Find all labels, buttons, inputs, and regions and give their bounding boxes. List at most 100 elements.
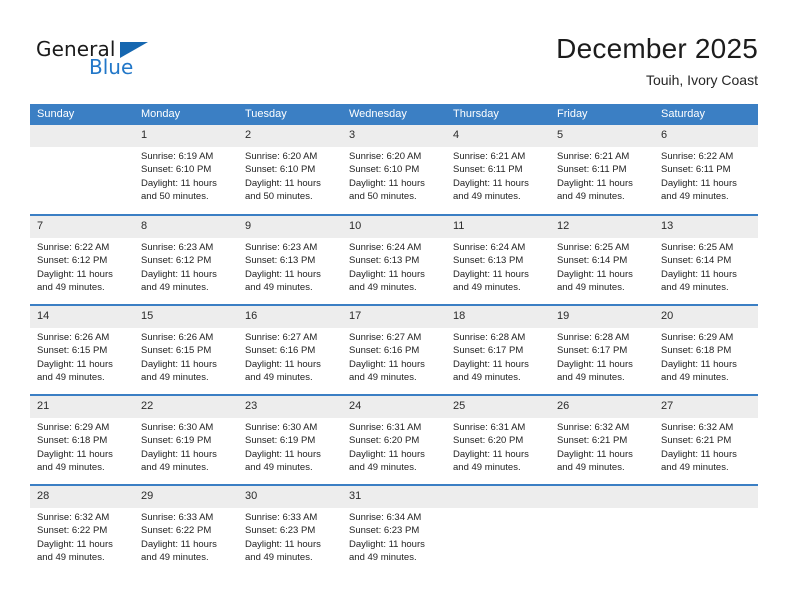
sunset-time: Sunset: 6:15 PM — [37, 345, 108, 357]
calendar-day-cell[interactable]: 15 Sunrise: 6:26 AM Sunset: 6:15 PM Dayligh… — [134, 304, 238, 395]
day-number: 22 — [134, 396, 238, 418]
daylight-duration-line1: Daylight: 11 hours — [141, 358, 217, 370]
day-sun-info: Sunrise: 6:23 AM Sunset: 6:13 PM Daylight:… — [238, 238, 342, 295]
calendar-day-cell[interactable]: 23 Sunrise: 6:30 AM Sunset: 6:19 PM Dayligh… — [238, 394, 342, 485]
calendar-day-cell[interactable]: 5 Sunrise: 6:21 AM Sunset: 6:11 PM Daylight… — [550, 125, 654, 215]
daylight-duration-line2: and 49 minutes. — [557, 372, 625, 384]
calendar-day-cell[interactable]: 13 Sunrise: 6:25 AM Sunset: 6:14 PM Dayligh… — [654, 214, 758, 305]
calendar-day-cell[interactable]: 14 Sunrise: 6:26 AM Sunset: 6:15 PM Dayligh… — [30, 304, 134, 395]
daylight-duration-line1: Daylight: 11 hours — [245, 358, 321, 370]
calendar-day-cell[interactable]: 17 Sunrise: 6:27 AM Sunset: 6:16 PM Dayligh… — [342, 304, 446, 395]
calendar-week-row: 14 Sunrise: 6:26 AM Sunset: 6:15 PM Dayligh… — [30, 304, 758, 395]
sunset-time: Sunset: 6:20 PM — [349, 435, 420, 447]
sunrise-time: Sunrise: 6:23 AM — [245, 242, 318, 253]
daylight-duration-line1: Daylight: 11 hours — [661, 177, 737, 189]
daylight-duration-line2: and 49 minutes. — [141, 372, 209, 384]
day-number: 6 — [654, 125, 758, 147]
calendar-day-cell[interactable]: 18 Sunrise: 6:28 AM Sunset: 6:17 PM Dayligh… — [446, 304, 550, 395]
day-number: 8 — [134, 216, 238, 238]
day-sun-info: Sunrise: 6:22 AM Sunset: 6:12 PM Daylight:… — [30, 238, 134, 295]
calendar-day-cell[interactable]: 3 Sunrise: 6:20 AM Sunset: 6:10 PM Daylight… — [342, 125, 446, 215]
sunset-time: Sunset: 6:21 PM — [557, 435, 628, 447]
weekday-header-friday: Friday — [550, 104, 654, 125]
calendar-day-cell[interactable]: 30 Sunrise: 6:33 AM Sunset: 6:23 PM Dayligh… — [238, 484, 342, 575]
calendar-day-cell[interactable]: 19 Sunrise: 6:28 AM Sunset: 6:17 PM Dayligh… — [550, 304, 654, 395]
day-number: 31 — [342, 486, 446, 508]
sunrise-time: Sunrise: 6:27 AM — [245, 332, 318, 343]
sunset-time: Sunset: 6:16 PM — [245, 345, 316, 357]
calendar-day-cell[interactable]: 10 Sunrise: 6:24 AM Sunset: 6:13 PM Dayligh… — [342, 214, 446, 305]
sunrise-time: Sunrise: 6:26 AM — [141, 332, 214, 343]
sunset-time: Sunset: 6:16 PM — [349, 345, 420, 357]
calendar-day-cell[interactable]: 11 Sunrise: 6:24 AM Sunset: 6:13 PM Dayligh… — [446, 214, 550, 305]
sunrise-time: Sunrise: 6:28 AM — [557, 332, 630, 343]
sunrise-time: Sunrise: 6:26 AM — [37, 332, 110, 343]
weekday-header-thursday: Thursday — [446, 104, 550, 125]
daylight-duration-line1: Daylight: 11 hours — [661, 268, 737, 280]
day-sun-info: Sunrise: 6:20 AM Sunset: 6:10 PM Daylight:… — [342, 147, 446, 204]
day-sun-info: Sunrise: 6:20 AM Sunset: 6:10 PM Daylight:… — [238, 147, 342, 204]
daylight-duration-line1: Daylight: 11 hours — [349, 448, 425, 460]
daylight-duration-line1: Daylight: 11 hours — [453, 448, 529, 460]
day-number: 9 — [238, 216, 342, 238]
sunrise-time: Sunrise: 6:22 AM — [661, 151, 734, 162]
sunset-time: Sunset: 6:19 PM — [141, 435, 212, 447]
daylight-duration-line1: Daylight: 11 hours — [349, 268, 425, 280]
sunset-time: Sunset: 6:11 PM — [661, 164, 731, 176]
day-number — [654, 486, 758, 508]
calendar-day-cell[interactable]: 12 Sunrise: 6:25 AM Sunset: 6:14 PM Dayligh… — [550, 214, 654, 305]
page-header: General Blue December 2025 Touih, Ivory … — [0, 0, 792, 100]
calendar-day-cell[interactable]: 27 Sunrise: 6:32 AM Sunset: 6:21 PM Dayligh… — [654, 394, 758, 485]
calendar-day-cell[interactable]: 7 Sunrise: 6:22 AM Sunset: 6:12 PM Daylight… — [30, 214, 134, 305]
calendar-day-cell[interactable]: 28 Sunrise: 6:32 AM Sunset: 6:22 PM Dayligh… — [30, 484, 134, 575]
daylight-duration-line2: and 49 minutes. — [245, 282, 313, 294]
calendar-day-cell[interactable]: 16 Sunrise: 6:27 AM Sunset: 6:16 PM Dayligh… — [238, 304, 342, 395]
daylight-duration-line2: and 49 minutes. — [453, 372, 521, 384]
calendar-day-cell[interactable]: 26 Sunrise: 6:32 AM Sunset: 6:21 PM Dayligh… — [550, 394, 654, 485]
daylight-duration-line1: Daylight: 11 hours — [349, 538, 425, 550]
calendar-day-cell[interactable]: 31 Sunrise: 6:34 AM Sunset: 6:23 PM Dayligh… — [342, 484, 446, 575]
calendar-day-cell[interactable]: 2 Sunrise: 6:20 AM Sunset: 6:10 PM Daylight… — [238, 125, 342, 215]
sunrise-time: Sunrise: 6:28 AM — [453, 332, 526, 343]
daylight-duration-line1: Daylight: 11 hours — [245, 177, 321, 189]
day-number: 15 — [134, 306, 238, 328]
day-sun-info: Sunrise: 6:32 AM Sunset: 6:22 PM Daylight:… — [30, 508, 134, 565]
daylight-duration-line2: and 49 minutes. — [245, 552, 313, 564]
sunrise-time: Sunrise: 6:32 AM — [37, 512, 110, 523]
calendar-day-cell[interactable]: 6 Sunrise: 6:22 AM Sunset: 6:11 PM Daylight… — [654, 125, 758, 215]
daylight-duration-line2: and 49 minutes. — [349, 462, 417, 474]
calendar-day-cell[interactable]: 21 Sunrise: 6:29 AM Sunset: 6:18 PM Dayligh… — [30, 394, 134, 485]
day-number: 12 — [550, 216, 654, 238]
calendar-page: General Blue December 2025 Touih, Ivory … — [0, 0, 792, 612]
day-number: 26 — [550, 396, 654, 418]
daylight-duration-line1: Daylight: 11 hours — [245, 448, 321, 460]
sunrise-time: Sunrise: 6:19 AM — [141, 151, 214, 162]
daylight-duration-line1: Daylight: 11 hours — [141, 177, 217, 189]
calendar-day-cell[interactable]: 1 Sunrise: 6:19 AM Sunset: 6:10 PM Daylight… — [134, 125, 238, 215]
sunrise-time: Sunrise: 6:31 AM — [453, 422, 526, 433]
calendar-day-cell[interactable]: 22 Sunrise: 6:30 AM Sunset: 6:19 PM Dayligh… — [134, 394, 238, 485]
daylight-duration-line1: Daylight: 11 hours — [37, 538, 113, 550]
brand-name-blue: Blue — [89, 55, 134, 79]
day-number: 18 — [446, 306, 550, 328]
daylight-duration-line2: and 49 minutes. — [661, 372, 729, 384]
sunrise-time: Sunrise: 6:27 AM — [349, 332, 422, 343]
calendar-day-cell[interactable]: 25 Sunrise: 6:31 AM Sunset: 6:20 PM Dayligh… — [446, 394, 550, 485]
calendar-week-row: 1 Sunrise: 6:19 AM Sunset: 6:10 PM Daylight… — [30, 125, 758, 215]
calendar-day-cell[interactable]: 9 Sunrise: 6:23 AM Sunset: 6:13 PM Daylight… — [238, 214, 342, 305]
day-number: 23 — [238, 396, 342, 418]
daylight-duration-line1: Daylight: 11 hours — [557, 268, 633, 280]
sunset-time: Sunset: 6:22 PM — [37, 525, 108, 537]
sunrise-time: Sunrise: 6:25 AM — [661, 242, 734, 253]
calendar-day-cell[interactable]: 8 Sunrise: 6:23 AM Sunset: 6:12 PM Daylight… — [134, 214, 238, 305]
daylight-duration-line2: and 49 minutes. — [141, 552, 209, 564]
calendar-day-cell[interactable]: 20 Sunrise: 6:29 AM Sunset: 6:18 PM Dayligh… — [654, 304, 758, 395]
location-subtitle: Touih, Ivory Coast — [645, 72, 758, 88]
day-number — [446, 486, 550, 508]
daylight-duration-line2: and 49 minutes. — [349, 282, 417, 294]
brand-logo[interactable]: General Blue — [36, 38, 196, 88]
calendar-day-cell[interactable]: 24 Sunrise: 6:31 AM Sunset: 6:20 PM Dayligh… — [342, 394, 446, 485]
calendar-day-cell[interactable]: 4 Sunrise: 6:21 AM Sunset: 6:11 PM Daylight… — [446, 125, 550, 215]
day-number: 2 — [238, 125, 342, 147]
calendar-day-cell[interactable]: 29 Sunrise: 6:33 AM Sunset: 6:22 PM Dayligh… — [134, 484, 238, 575]
